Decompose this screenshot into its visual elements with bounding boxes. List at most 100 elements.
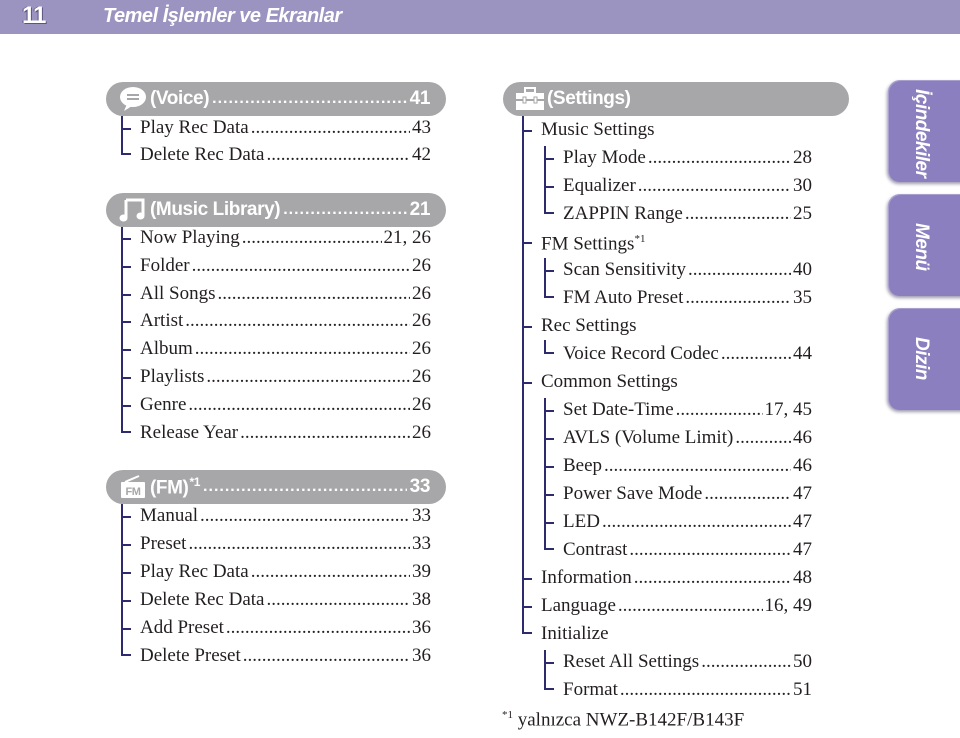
tree-branch (121, 377, 131, 379)
list-item[interactable]: Release Year 26 (121, 418, 431, 447)
section-settings-header[interactable]: (Settings) (503, 82, 849, 116)
page-ref: 46 (793, 427, 812, 448)
page-ref: 40 (793, 259, 812, 280)
list-item[interactable]: LED 47 (544, 508, 812, 536)
item-label-text: Delete Preset (140, 645, 241, 666)
page-ref: 30 (793, 175, 812, 196)
list-item[interactable]: Equalizer 30 (544, 172, 812, 200)
list-item[interactable]: Add Preset 36 (121, 614, 431, 642)
list-item[interactable]: Initialize (522, 620, 812, 648)
item-label-text: Delete Rec Data (140, 589, 265, 610)
list-item[interactable]: Common Settings (522, 368, 812, 396)
list-item[interactable]: Play Rec Data 39 (121, 558, 431, 586)
item-label-text: Add Preset (140, 617, 224, 638)
item-label-text: Manual (140, 505, 199, 526)
list-item[interactable]: Music Settings (522, 116, 812, 144)
footnote-mark: *1 (189, 474, 201, 489)
list-item[interactable]: All Songs 26 (121, 280, 431, 308)
chapter-title: Temel İşlemler ve Ekranlar (103, 5, 342, 27)
leader-dots (192, 252, 410, 280)
leader-dots (266, 141, 410, 169)
list-item[interactable]: Format 51 (544, 676, 812, 704)
page-ref: 26 (412, 254, 431, 276)
item-label: Now Playing (140, 224, 240, 252)
leader-dots (685, 284, 791, 312)
item-label: Equalizer (563, 172, 636, 200)
list-item[interactable]: Power Save Mode 47 (544, 480, 812, 508)
item-label-text: FM Auto Preset (563, 287, 684, 308)
leader-dots (185, 307, 410, 335)
list-item[interactable]: FM Auto Preset 35 (544, 284, 812, 312)
toolbox-icon (515, 86, 545, 112)
list-item[interactable]: Delete Rec Data 38 (121, 586, 431, 614)
tree-branch (522, 326, 532, 328)
list-item[interactable]: Rec Settings (522, 312, 812, 340)
leader-dots (688, 256, 791, 284)
tree-branch (121, 418, 131, 433)
music-note-icon (118, 197, 148, 223)
item-label: Add Preset (140, 614, 224, 642)
item-label-text: Rec Settings (541, 315, 637, 336)
page-ref: 26 (412, 338, 431, 360)
page-ref: 21 (409, 199, 431, 220)
item-label-text: AVLS (Volume Limit) (563, 427, 734, 448)
section-music-library-header[interactable]: (Music Library) 21 (106, 193, 446, 227)
list-item[interactable]: ZAPPIN Range 25 (544, 200, 812, 228)
list-item[interactable]: Delete Preset 36 (121, 642, 431, 670)
leader-dots (602, 508, 791, 536)
list-item[interactable]: Artist 26 (121, 307, 431, 335)
list-item[interactable]: FM Settings*1 (522, 228, 812, 256)
tab-icindekiler[interactable]: İçindekiler (888, 80, 960, 182)
list-item[interactable]: Information 48 (522, 564, 812, 592)
list-item[interactable]: Delete Rec Data 42 (121, 141, 431, 169)
leader-dots (240, 419, 410, 447)
item-label: LED (563, 508, 600, 536)
tree-branch (121, 141, 131, 155)
item-label: Genre (140, 391, 186, 419)
page-ref: 50 (793, 651, 812, 672)
list-item[interactable]: Scan Sensitivity 40 (544, 256, 812, 284)
list-item[interactable]: AVLS (Volume Limit) 46 (544, 424, 812, 452)
footnote-text: yalnızca NWZ-B142F/B143F (513, 709, 745, 731)
page-ref: 26 (412, 310, 431, 332)
list-item[interactable]: Preset 33 (121, 530, 431, 558)
list-item[interactable]: Now Playing 21, 26 (121, 224, 431, 252)
item-label: Delete Rec Data (140, 586, 264, 614)
leader-dots (188, 530, 410, 558)
list-item[interactable]: Play Rec Data 43 (121, 114, 431, 142)
tree-branch (121, 642, 131, 656)
list-item[interactable]: Language 16, 49 (522, 592, 812, 620)
tree-line (544, 650, 546, 690)
list-item[interactable]: Folder 26 (121, 252, 431, 280)
item-label-text: Genre (140, 393, 187, 415)
page-ref: 33 (412, 505, 431, 526)
list-item[interactable]: Genre 26 (121, 391, 431, 419)
section-fm-header[interactable]: FM (FM)*1 33 (106, 470, 446, 504)
item-label-text: Release Year (140, 421, 239, 443)
tab-menu[interactable]: Menü (888, 194, 960, 296)
item-label: Music Settings (541, 116, 654, 144)
list-item[interactable]: Playlists 26 (121, 363, 431, 391)
tree-branch (544, 340, 554, 354)
item-label-text: Play Rec Data (140, 561, 249, 582)
list-item[interactable]: Play Mode 28 (544, 144, 812, 172)
tab-dizin[interactable]: Dizin (888, 308, 960, 410)
list-item[interactable]: Set Date-Time 17, 45 (544, 396, 812, 424)
item-label: Delete Rec Data (140, 144, 265, 165)
item-label-text: Information (541, 567, 632, 588)
item-label: Set Date-Time (563, 396, 674, 424)
leader-dots (218, 280, 411, 308)
item-label-text: Power Save Mode (563, 483, 703, 504)
list-item[interactable]: Voice Record Codec 44 (544, 340, 812, 368)
list-item[interactable]: Contrast 47 (544, 536, 812, 564)
section-voice-header[interactable]: (Voice) 41 (106, 82, 446, 116)
leader-dots (266, 586, 410, 614)
page-ref: 25 (793, 203, 812, 224)
tree-branch (121, 321, 131, 324)
item-label-text: Play Mode (563, 147, 646, 168)
list-item[interactable]: Album 26 (121, 335, 431, 363)
list-item[interactable]: Manual 33 (121, 502, 431, 530)
list-item[interactable]: Beep 46 (544, 452, 812, 480)
list-item[interactable]: Reset All Settings 50 (544, 648, 812, 676)
item-label-text: Artist (140, 310, 184, 332)
